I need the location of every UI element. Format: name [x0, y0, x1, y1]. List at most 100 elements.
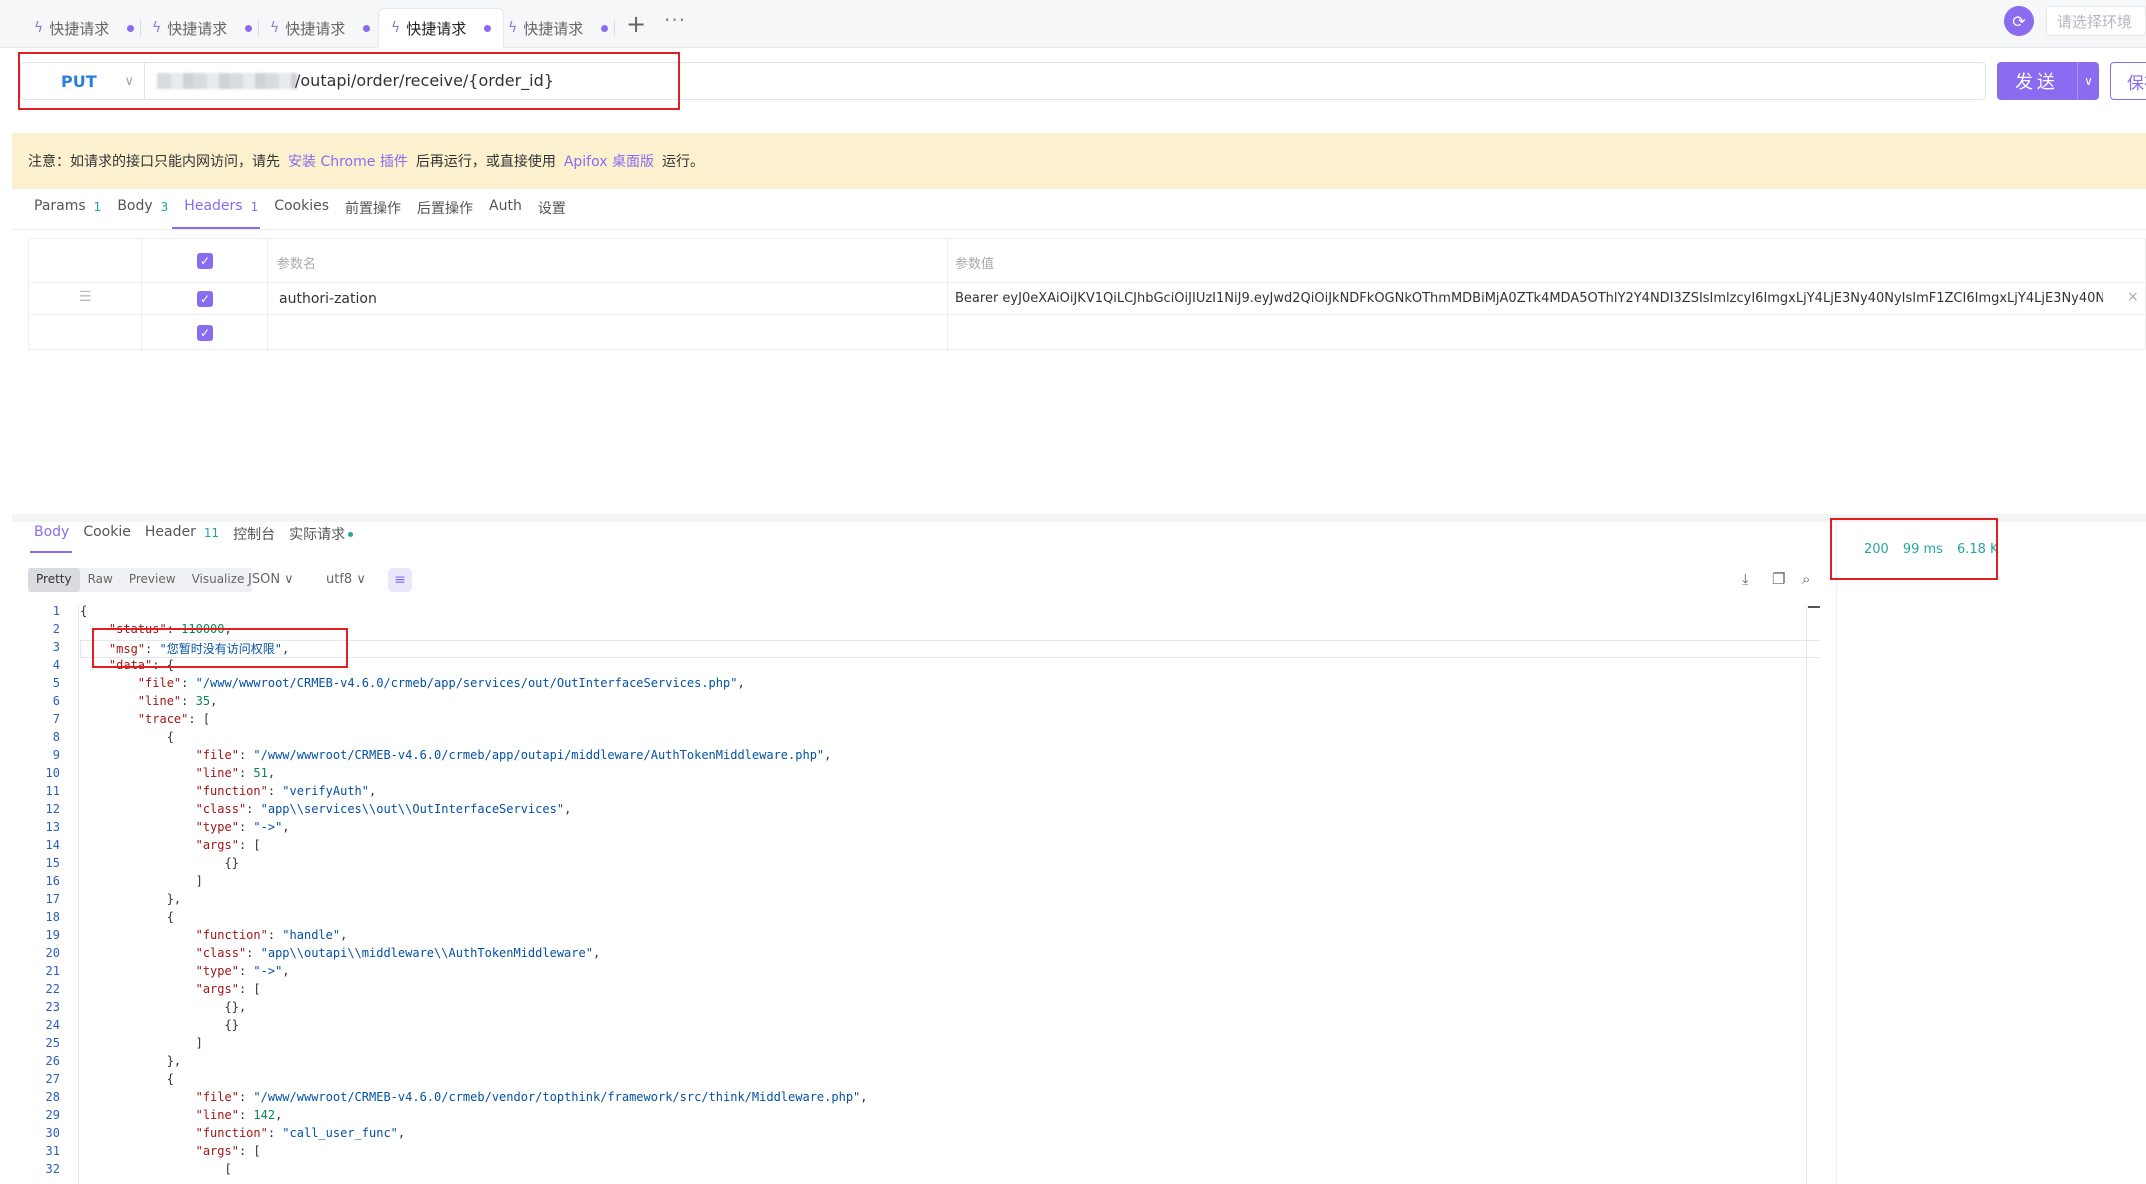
request-tab-4-active[interactable]: ϟ 快捷请求 [378, 8, 505, 48]
line-content: {} [80, 856, 239, 870]
code-line: 26 }, [28, 1054, 1820, 1072]
code-line: 5 "file": "/www/wwwroot/CRMEB-v4.6.0/crm… [28, 676, 1820, 694]
env-placeholder: 请选择环境 [2057, 12, 2133, 31]
code-line: 16 ] [28, 874, 1820, 892]
unsaved-dot [245, 24, 253, 32]
line-content: ] [80, 1036, 203, 1050]
chrome-extension-link[interactable]: 安装 Chrome 插件 [288, 151, 408, 171]
tab-params[interactable]: Params 1 [34, 198, 101, 228]
code-line: 17 }, [28, 892, 1820, 910]
code-line: 6 "line": 35, [28, 694, 1820, 712]
line-number: 15 [45, 856, 60, 870]
add-tab-icon[interactable]: + [626, 10, 646, 38]
chevron-down-icon[interactable]: ∨ [2078, 74, 2099, 88]
send-button[interactable]: 发送 ∨ [1997, 62, 2099, 100]
code-line: 24 {} [28, 1018, 1820, 1036]
wrap-lines-icon[interactable]: ≡ [388, 568, 412, 592]
code-line: 30 "function": "call_user_func", [28, 1126, 1820, 1144]
code-line: 22 "args": [ [28, 982, 1820, 1000]
line-number: 17 [45, 892, 60, 906]
row-checkbox[interactable]: ✓ [197, 291, 213, 307]
view-visualize[interactable]: Visualize [184, 568, 253, 592]
code-line: 10 "line": 51, [28, 766, 1820, 784]
close-icon[interactable]: × [2127, 289, 2139, 305]
tab-body[interactable]: Body 3 [117, 198, 168, 228]
tab-label: 快捷请求 [49, 19, 110, 38]
line-content: {}, [80, 1000, 247, 1014]
tab-label: 快捷请求 [285, 19, 346, 38]
view-preview[interactable]: Preview [121, 568, 184, 592]
bolt-icon: ϟ [152, 20, 162, 36]
unsaved-dot [363, 24, 371, 32]
line-content: "type": "->", [195, 820, 290, 834]
line-number: 3 [52, 640, 60, 654]
line-content: }, [80, 892, 182, 906]
line-content: "class": "app\\services\\out\\OutInterfa… [195, 802, 572, 816]
tab-pre-script[interactable]: 前置操作 [345, 198, 401, 228]
line-content: }, [80, 1054, 182, 1068]
view-mode-group: Pretty Raw Preview Visualize [28, 568, 253, 592]
resp-tab-console[interactable]: 控制台 [233, 524, 275, 554]
line-content: "file": "/www/wwwroot/CRMEB-v4.6.0/crmeb… [195, 748, 832, 762]
encoding-select[interactable]: utf8 ∨ [326, 572, 366, 587]
download-icon[interactable]: ⤓ [1742, 570, 1749, 588]
copy-icon[interactable]: ❐ [1772, 570, 1785, 588]
tab-settings[interactable]: 设置 [538, 198, 566, 228]
line-content: { [80, 910, 174, 924]
resp-tab-body[interactable]: Body [34, 524, 69, 554]
line-number: 22 [45, 982, 60, 996]
line-content: "trace": [ [137, 712, 211, 726]
view-pretty[interactable]: Pretty [28, 568, 80, 592]
line-content: "line": 35, [137, 694, 218, 708]
tab-headers[interactable]: Headers 1 [184, 198, 258, 228]
request-tab-2[interactable]: ϟ 快捷请求 [140, 8, 264, 48]
drag-handle-icon[interactable]: ☰ [79, 289, 92, 305]
bolt-icon: ϟ [508, 20, 518, 36]
format-select[interactable]: JSON ∨ [248, 572, 294, 587]
resp-tab-cookie[interactable]: Cookie [83, 524, 131, 554]
notice-prefix: 注意：如请求的接口只能内网访问，请先 [28, 154, 280, 170]
search-icon[interactable]: ⌕ [1802, 570, 1810, 588]
resp-tab-actual-request[interactable]: 实际请求 [289, 524, 354, 554]
view-raw[interactable]: Raw [80, 568, 121, 592]
more-icon[interactable]: ··· [664, 8, 686, 32]
line-number: 11 [45, 784, 60, 798]
line-content: ] [80, 874, 203, 888]
notice-suffix: 运行。 [661, 154, 704, 170]
header-name-cell[interactable]: authori-zation [279, 291, 377, 307]
code-line: 11 "function": "verifyAuth", [28, 784, 1820, 802]
request-tab-1[interactable]: ϟ 快捷请求 [22, 8, 146, 48]
line-content: "type": "->", [195, 964, 290, 978]
line-content: "args": [ [195, 982, 261, 996]
code-line: 31 "args": [ [28, 1144, 1820, 1162]
line-content: { [80, 730, 174, 744]
request-tab-5[interactable]: ϟ 快捷请求 [496, 8, 620, 48]
resp-tab-header[interactable]: Header 11 [145, 524, 219, 554]
response-body-viewer[interactable]: 1{2 "status": 110000, 3 "msg": "您暂时没有访问权限… [28, 604, 1820, 1184]
line-number: 28 [45, 1090, 60, 1104]
line-content: "args": [ [195, 838, 261, 852]
line-number: 25 [45, 1036, 60, 1050]
request-tab-3[interactable]: ϟ 快捷请求 [258, 8, 382, 48]
scrollbar[interactable] [1806, 604, 1807, 1184]
save-button[interactable]: 保存 [2110, 62, 2146, 100]
line-number: 12 [45, 802, 60, 816]
line-content: "file": "/www/wwwroot/CRMEB-v4.6.0/crmeb… [137, 676, 745, 690]
header-value-cell[interactable]: Bearer eyJ0eXAiOiJKV1QiLCJhbGciOiJIUzI1N… [955, 291, 2103, 306]
desktop-app-link[interactable]: Apifox 桌面版 [564, 151, 654, 171]
tab-cookies[interactable]: Cookies [274, 198, 329, 228]
env-sync-icon[interactable]: ⟳ [2004, 6, 2034, 36]
bolt-icon: ϟ [270, 20, 280, 36]
env-select[interactable]: 请选择环境 [2046, 6, 2146, 36]
tab-post-script[interactable]: 后置操作 [417, 198, 473, 228]
line-number: 16 [45, 874, 60, 888]
select-all-checkbox[interactable]: ✓ [197, 253, 213, 269]
tab-auth[interactable]: Auth [489, 198, 522, 228]
active-tab-indicator [172, 227, 260, 229]
line-number: 10 [45, 766, 60, 780]
code-line: 20 "class": "app\\outapi\\middleware\\Au… [28, 946, 1820, 964]
empty-row-checkbox[interactable]: ✓ [197, 325, 213, 341]
response-tabs: Body Cookie Header 11 控制台 实际请求 [34, 524, 367, 554]
line-content: "function": "call_user_func", [195, 1126, 406, 1140]
col-header-name: 参数名 [277, 257, 317, 272]
